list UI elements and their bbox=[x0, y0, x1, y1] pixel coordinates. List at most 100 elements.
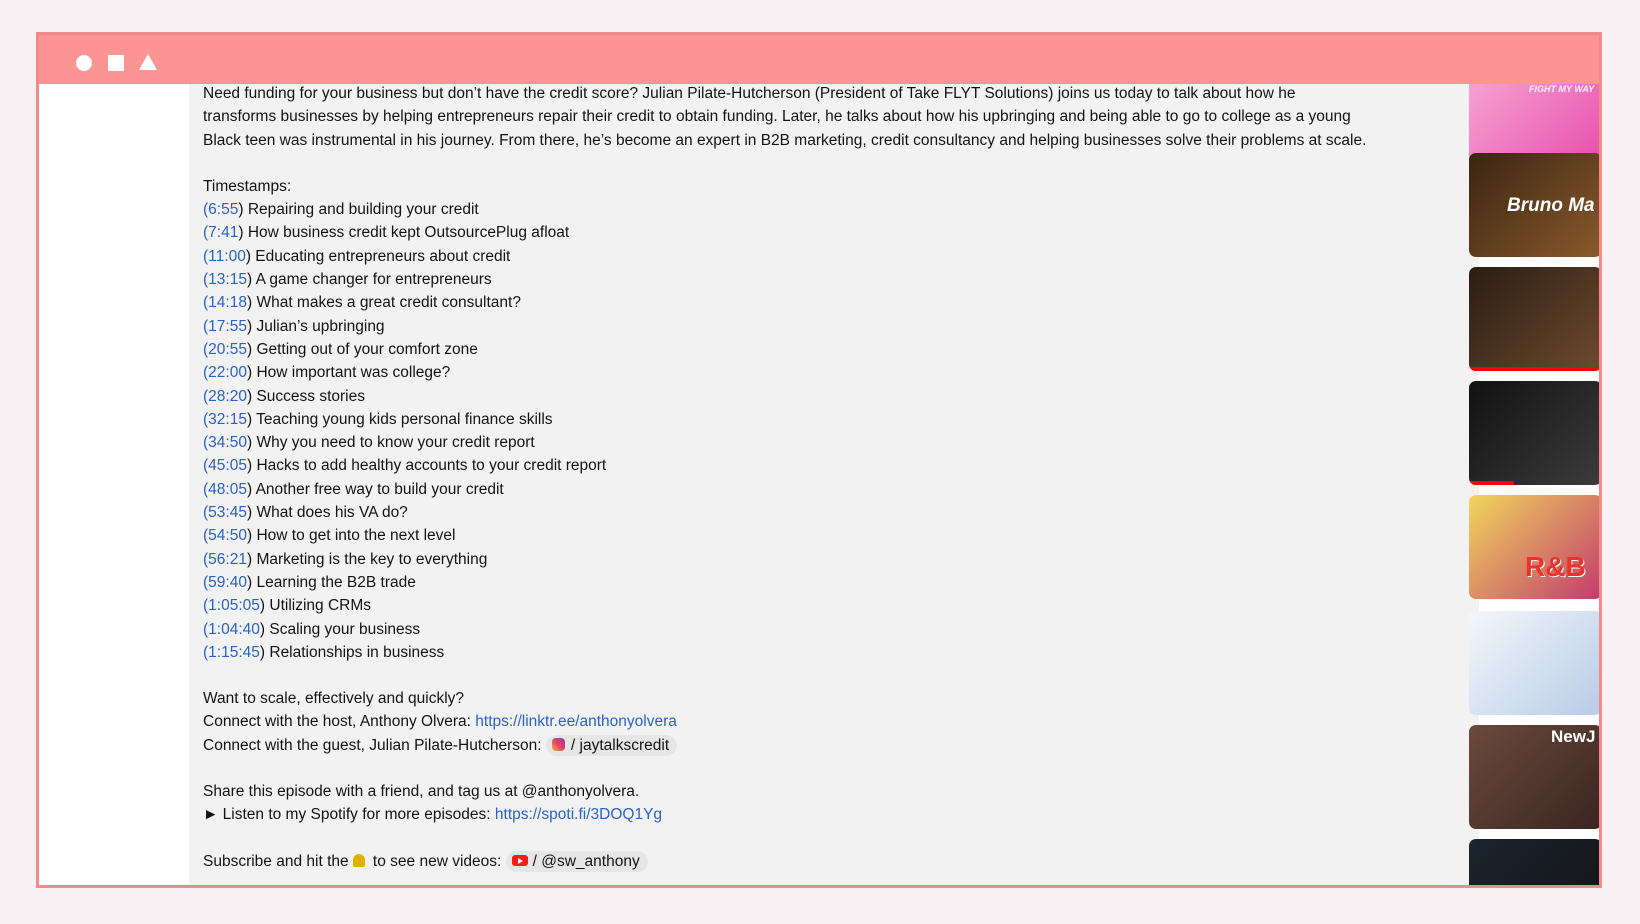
timestamp-link[interactable]: 7:41 bbox=[208, 224, 238, 241]
host-prefix: Connect with the host, Anthony Olvera: bbox=[203, 713, 476, 731]
youtube-icon bbox=[511, 854, 528, 866]
timestamp-link[interactable]: 6:55 bbox=[208, 201, 238, 218]
timestamp-row: (32:15) Teaching young kids personal fin… bbox=[203, 408, 1463, 431]
timestamp-label: Julian’s upbringing bbox=[252, 317, 385, 335]
timestamp-link[interactable]: 11:00 bbox=[208, 248, 246, 265]
timestamp-row: (56:21) Marketing is the key to everythi… bbox=[203, 548, 1463, 571]
watch-progress-bar bbox=[1469, 367, 1599, 371]
timestamp-row: (28:20) Success stories bbox=[203, 385, 1463, 408]
thumbnail-caption: Bruno Ma bbox=[1507, 195, 1595, 216]
recommended-video-thumbnail[interactable] bbox=[1469, 381, 1599, 485]
timestamp-link[interactable]: 32:15 bbox=[208, 411, 247, 428]
timestamp-row: (1:04:40) Scaling your business bbox=[203, 618, 1463, 641]
thumbnail-caption: FIGHT MY WAY bbox=[1529, 84, 1595, 94]
timestamp-link[interactable]: 28:20 bbox=[208, 388, 247, 405]
browser-window: Need funding for your business but don’t… bbox=[36, 32, 1602, 888]
window-titlebar bbox=[39, 35, 1599, 84]
bell-icon bbox=[352, 853, 365, 867]
recommended-videos-column: FIGHT MY WAY Bruno Ma R&B NewJ bbox=[1467, 84, 1599, 885]
instagram-chip[interactable]: / jaytalkscredit bbox=[545, 734, 678, 756]
host-link[interactable]: https://linktr.ee/anthonyolvera bbox=[475, 713, 677, 730]
timestamp-link[interactable]: 53:45 bbox=[208, 504, 247, 521]
spotify-prefix: ► Listen to my Spotify for more episodes… bbox=[203, 806, 495, 824]
intro-line: Black teen was instrumental in his journ… bbox=[203, 131, 1367, 149]
recommended-video-thumbnail[interactable] bbox=[1469, 267, 1599, 371]
timestamp-link[interactable]: 56:21 bbox=[208, 551, 247, 568]
timestamp-label: Getting out of your comfort zone bbox=[252, 340, 478, 358]
youtube-chip[interactable]: / @sw_anthony bbox=[505, 850, 648, 872]
timestamp-row: (34:50) Why you need to know your credit… bbox=[203, 431, 1463, 454]
timestamp-label: Why you need to know your credit report bbox=[252, 434, 535, 452]
thumbnail-caption: R&B bbox=[1525, 551, 1586, 582]
timestamp-label: Marketing is the key to everything bbox=[252, 550, 488, 568]
spotify-link[interactable]: https://spoti.fi/3DOQ1Yg bbox=[495, 806, 662, 823]
timestamp-link[interactable]: 34:50 bbox=[208, 434, 247, 451]
recommended-video-thumbnail[interactable] bbox=[1469, 839, 1599, 885]
timestamp-label: Utilizing CRMs bbox=[265, 597, 371, 615]
guest-line: Connect with the guest, Julian Pilate-Hu… bbox=[203, 734, 1463, 757]
timestamp-label: What does his VA do? bbox=[252, 504, 408, 522]
timestamp-link[interactable]: 20:55 bbox=[208, 341, 247, 358]
timestamp-label: Scaling your business bbox=[265, 620, 421, 638]
timestamp-link[interactable]: 14:18 bbox=[208, 294, 247, 311]
host-line: Connect with the host, Anthony Olvera: h… bbox=[203, 710, 1463, 733]
timestamp-link[interactable]: 22:00 bbox=[208, 364, 247, 381]
youtube-handle: / @sw_anthony bbox=[532, 852, 640, 870]
timestamp-link[interactable]: 54:50 bbox=[208, 527, 247, 544]
timestamps-list: (6:55) Repairing and building your credi… bbox=[203, 198, 1463, 664]
timestamp-link[interactable]: 1:15:45 bbox=[208, 644, 260, 661]
timestamp-row: (17:55) Julian’s upbringing bbox=[203, 315, 1463, 338]
video-description-panel: Need funding for your business but don’t… bbox=[189, 84, 1479, 885]
recommended-video-thumbnail[interactable]: NewJ bbox=[1469, 725, 1599, 829]
timestamp-label: Another free way to build your credit bbox=[252, 480, 504, 498]
timestamp-row: (14:18) What makes a great credit consul… bbox=[203, 291, 1463, 314]
timestamp-label: Learning the B2B trade bbox=[252, 573, 416, 591]
recommended-video-thumbnail[interactable]: Bruno Ma bbox=[1469, 153, 1599, 257]
timestamp-row: (1:05:05) Utilizing CRMs bbox=[203, 594, 1463, 617]
triangle-icon[interactable] bbox=[139, 54, 157, 70]
timestamp-row: (20:55) Getting out of your comfort zone bbox=[203, 338, 1463, 361]
intro-paragraph: Need funding for your business but don’t… bbox=[203, 84, 1463, 152]
timestamp-row: (6:55) Repairing and building your credi… bbox=[203, 198, 1463, 221]
timestamp-link[interactable]: 13:15 bbox=[208, 271, 247, 288]
timestamp-row: (53:45) What does his VA do? bbox=[203, 501, 1463, 524]
timestamp-link[interactable]: 17:55 bbox=[208, 318, 247, 335]
timestamp-link[interactable]: 1:05:05 bbox=[208, 597, 260, 614]
timestamp-label: Teaching young kids personal finance ski… bbox=[252, 410, 553, 428]
timestamp-link[interactable]: 1:04:40 bbox=[208, 621, 260, 638]
square-icon[interactable] bbox=[108, 55, 124, 71]
share-line: Share this episode with a friend, and ta… bbox=[203, 783, 640, 801]
circle-icon[interactable] bbox=[76, 55, 92, 71]
intro-line: Need funding for your business but don’t… bbox=[203, 85, 1296, 102]
timestamp-label: Relationships in business bbox=[265, 643, 445, 661]
thumbnail-caption: NewJ bbox=[1551, 727, 1596, 746]
guest-prefix: Connect with the guest, Julian Pilate-Hu… bbox=[203, 736, 546, 754]
timestamp-label: A game changer for entrepreneurs bbox=[252, 271, 492, 289]
timestamp-row: (59:40) Learning the B2B trade bbox=[203, 571, 1463, 594]
timestamp-row: (1:15:45) Relationships in business bbox=[203, 641, 1463, 664]
instagram-icon bbox=[551, 737, 565, 751]
guest-handle: / jaytalkscredit bbox=[570, 736, 670, 754]
timestamp-row: (13:15) A game changer for entrepreneurs bbox=[203, 268, 1463, 291]
subscribe-line: Subscribe and hit the to see new videos:… bbox=[203, 850, 1463, 873]
timestamp-link[interactable]: 48:05 bbox=[208, 481, 247, 498]
timestamp-label: Repairing and building your credit bbox=[243, 201, 479, 219]
recommended-video-thumbnail[interactable]: R&B bbox=[1469, 495, 1599, 599]
subscribe-suffix: to see new videos: bbox=[368, 852, 506, 870]
timestamp-link[interactable]: 45:05 bbox=[208, 457, 247, 474]
timestamp-label: How to get into the next level bbox=[252, 527, 456, 545]
timestamp-row: (45:05) Hacks to add healthy accounts to… bbox=[203, 454, 1463, 477]
recommended-video-thumbnail[interactable] bbox=[1469, 611, 1599, 715]
scale-question: Want to scale, effectively and quickly? bbox=[203, 690, 465, 708]
video-description-text: Need funding for your business but don’t… bbox=[203, 84, 1463, 873]
timestamp-row: (22:00) How important was college? bbox=[203, 361, 1463, 384]
timestamps-heading: Timestamps: bbox=[203, 177, 292, 195]
timestamp-row: (11:00) Educating entrepreneurs about cr… bbox=[203, 245, 1463, 268]
timestamp-row: (7:41) How business credit kept Outsourc… bbox=[203, 221, 1463, 244]
timestamp-row: (48:05) Another free way to build your c… bbox=[203, 478, 1463, 501]
timestamp-link[interactable]: 59:40 bbox=[208, 574, 247, 591]
timestamp-row: (54:50) How to get into the next level bbox=[203, 524, 1463, 547]
timestamp-label: What makes a great credit consultant? bbox=[252, 294, 521, 312]
timestamp-label: Hacks to add healthy accounts to your cr… bbox=[252, 457, 607, 475]
timestamp-label: Success stories bbox=[252, 387, 365, 405]
